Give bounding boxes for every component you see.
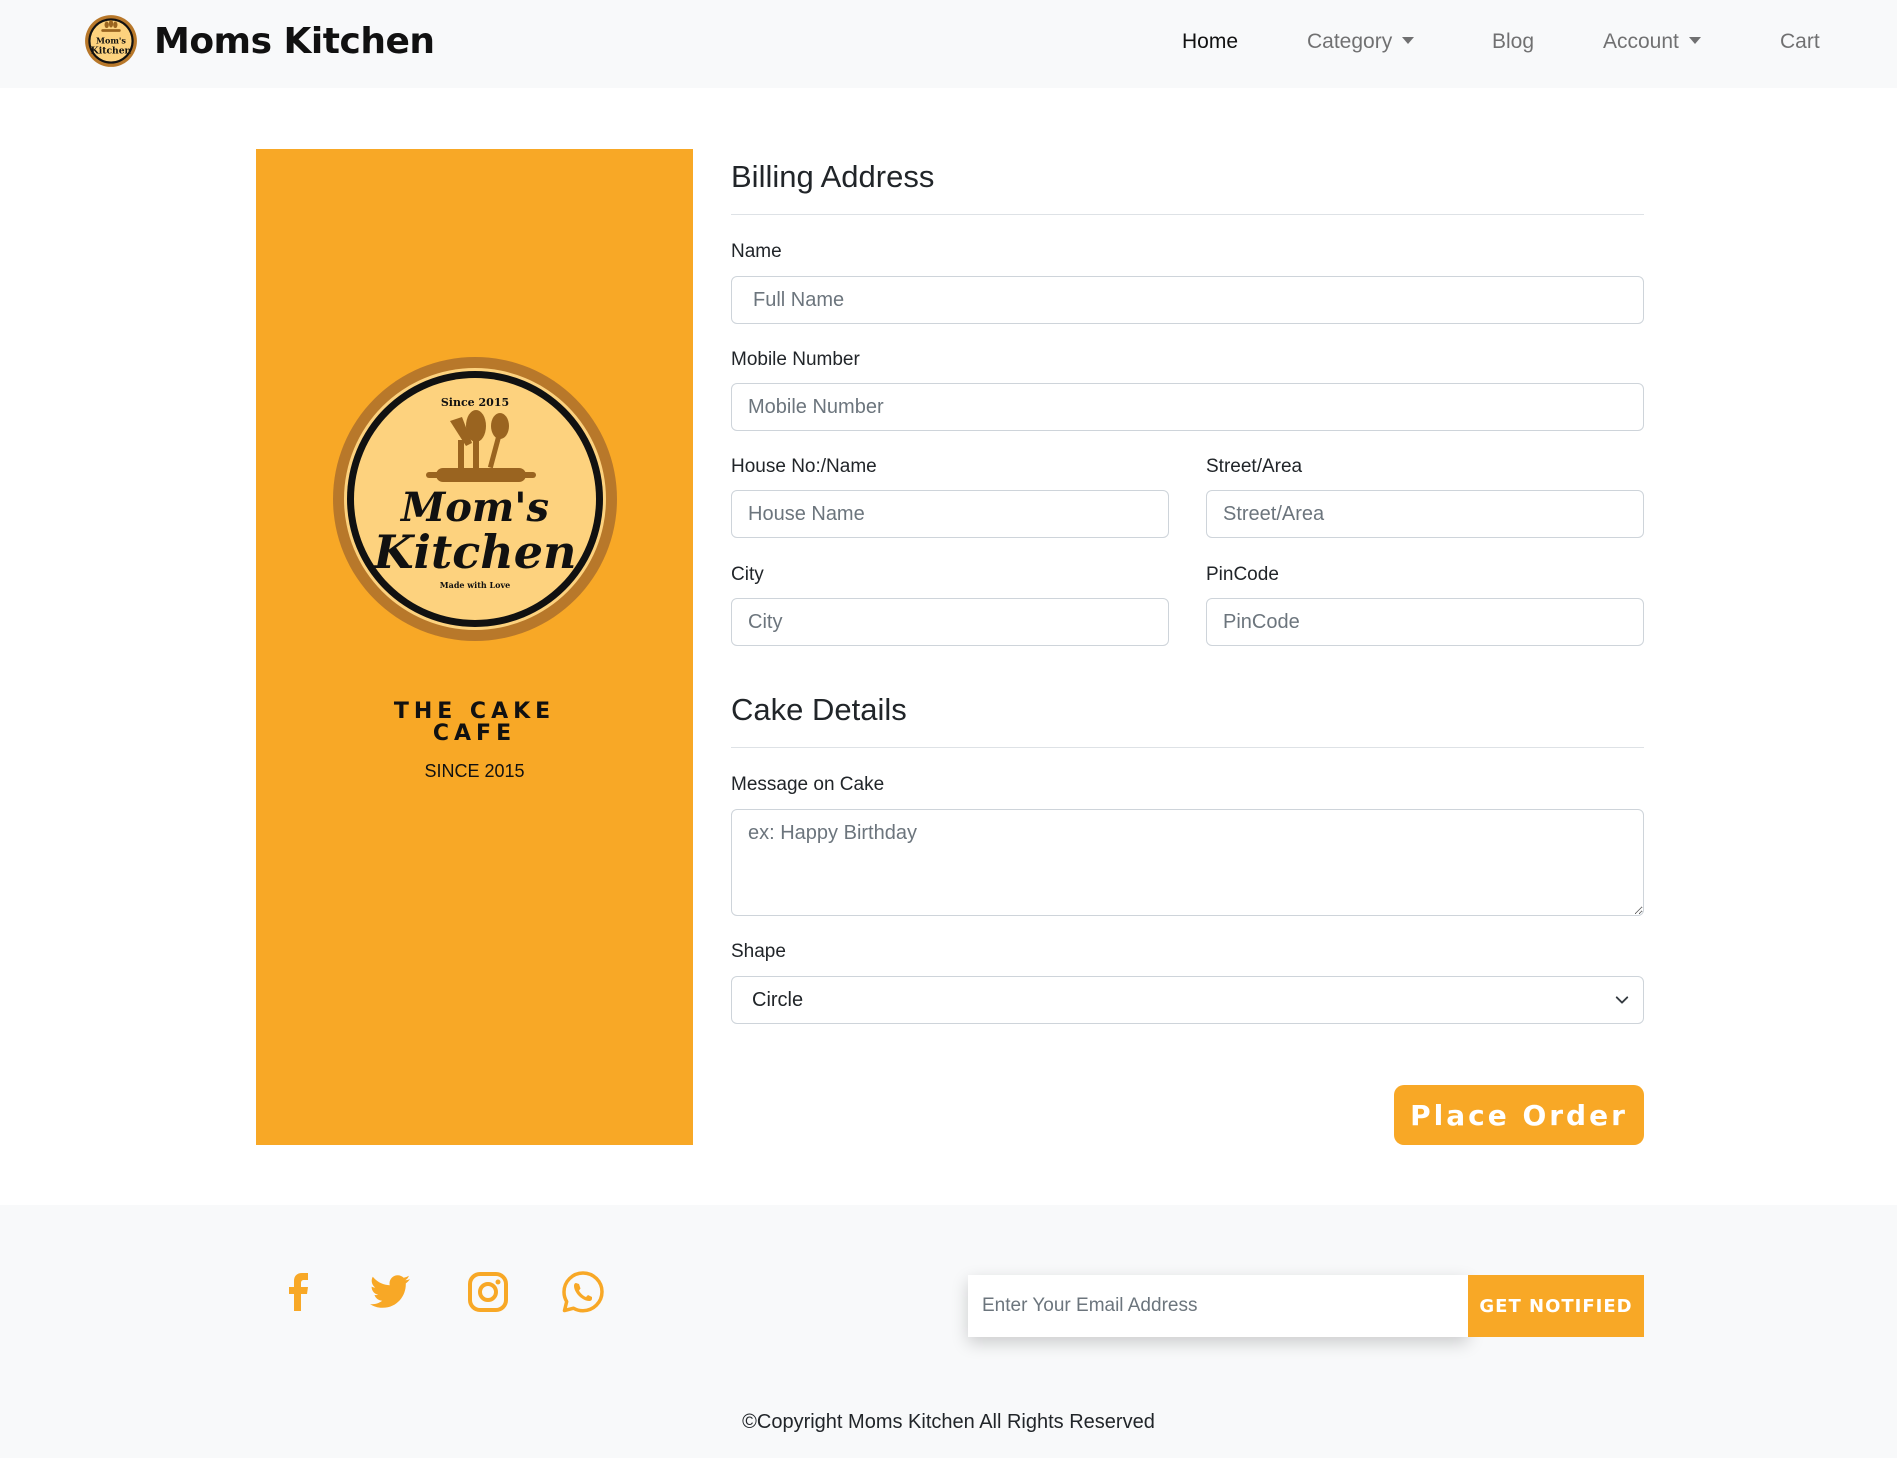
shape-select[interactable]: Circle (731, 976, 1644, 1024)
message-textarea[interactable] (731, 809, 1644, 916)
mobile-input[interactable] (731, 383, 1644, 431)
street-label: Street/Area (1206, 456, 1303, 477)
logo-line1: Mom's (399, 484, 549, 531)
pincode-label: PinCode (1206, 564, 1279, 585)
nav-menu: Home Category Blog Account Cart (0, 0, 1897, 88)
name-input[interactable] (731, 276, 1644, 324)
logo-top-text: Since 2015 (441, 396, 509, 409)
city-label: City (731, 564, 764, 585)
nav-item-label: Cart (1780, 30, 1820, 53)
nav-item-label: Home (1182, 30, 1239, 53)
name-label: Name (731, 241, 782, 262)
message-label: Message on Cake (731, 774, 885, 795)
house-input[interactable] (731, 490, 1169, 538)
whatsapp-icon[interactable] (558, 1267, 608, 1317)
promo-since: SINCE 2015 (424, 761, 525, 781)
nav-item-blog[interactable]: Blog (1492, 30, 1534, 54)
shape-select-value: Circle (752, 988, 804, 1011)
moms-kitchen-logo: Since 2015 Mom's Kitchen Made with Love (333, 357, 617, 641)
caret-down-icon (1402, 37, 1415, 44)
nav-item-label: Blog (1492, 30, 1535, 53)
nav-item-label: Account (1603, 30, 1679, 53)
billing-title: Billing Address (731, 159, 935, 194)
navbar: Mom's Kitchen Moms Kitchen Home Category… (0, 0, 1897, 88)
logo-line2: Kitchen (372, 525, 577, 579)
nav-item-category[interactable]: Category (1307, 30, 1415, 54)
promo-title: THE CAKE CAFE (256, 701, 693, 745)
email-input[interactable] (968, 1275, 1468, 1337)
billing-divider (731, 214, 1644, 215)
place-order-button[interactable]: Place Order (1394, 1085, 1644, 1145)
cake-divider (731, 747, 1644, 748)
caret-down-icon (1688, 37, 1701, 44)
facebook-icon[interactable] (273, 1267, 323, 1317)
footer: GET NOTIFIED ©Copyright Moms Kitchen All… (0, 1205, 1897, 1458)
pincode-input[interactable] (1206, 598, 1644, 646)
mobile-label: Mobile Number (731, 349, 860, 370)
copyright-text: ©Copyright Moms Kitchen All Rights Reser… (742, 1411, 1155, 1433)
nav-item-cart[interactable]: Cart (1780, 30, 1820, 54)
city-input[interactable] (731, 598, 1169, 646)
nav-item-label: Category (1307, 30, 1393, 53)
nav-item-home[interactable]: Home (1182, 30, 1238, 54)
shape-label: Shape (731, 941, 786, 962)
street-input[interactable] (1206, 490, 1644, 538)
twitter-icon[interactable] (365, 1267, 415, 1317)
cake-title: Cake Details (731, 692, 907, 727)
promo-title-line1: THE CAKE (393, 699, 556, 724)
nav-item-account[interactable]: Account (1603, 30, 1701, 54)
promo-panel: Since 2015 Mom's Kitchen Made with Love … (256, 149, 693, 1145)
instagram-icon[interactable] (463, 1267, 513, 1317)
house-label: House No:/Name (731, 456, 877, 477)
promo-title-line2: CAFE (432, 721, 517, 746)
chevron-down-icon (1615, 996, 1629, 1004)
get-notified-button[interactable]: GET NOTIFIED (1468, 1275, 1644, 1337)
logo-bottom-text: Made with Love (440, 580, 510, 590)
